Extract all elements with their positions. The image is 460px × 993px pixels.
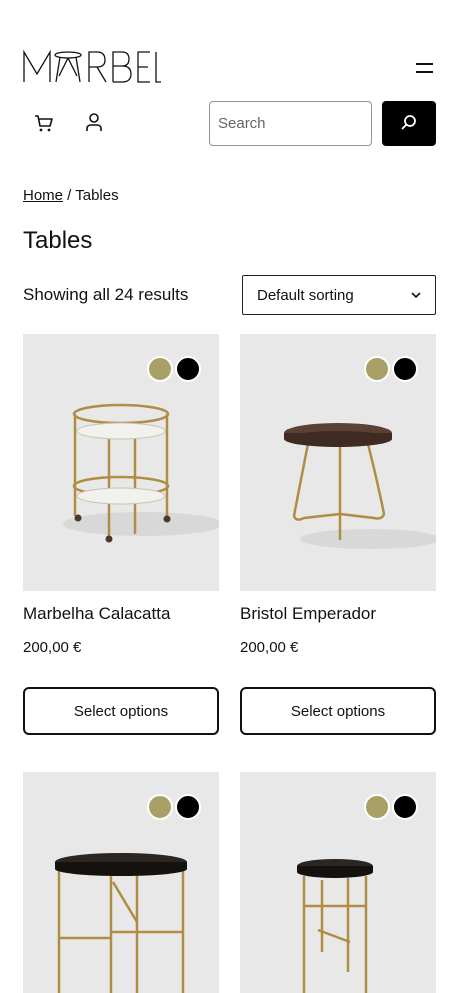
color-swatch-black[interactable]	[392, 794, 418, 820]
brand-logo[interactable]	[23, 50, 161, 84]
breadcrumb-current: Tables	[75, 187, 119, 204]
breadcrumb: Home / Tables	[23, 187, 119, 204]
product-image[interactable]	[240, 772, 436, 993]
product-card: Bristol Emperador 200,00 € Select option…	[240, 334, 436, 735]
page-title: Tables	[23, 227, 93, 254]
search-button[interactable]	[382, 101, 436, 146]
product-card	[23, 772, 219, 993]
product-image[interactable]	[23, 772, 219, 993]
color-swatch-gold[interactable]	[364, 794, 390, 820]
breadcrumb-separator: /	[63, 187, 76, 204]
breadcrumb-home-link[interactable]: Home	[23, 187, 63, 204]
sort-select[interactable]: Default sorting	[242, 275, 436, 315]
color-swatch-gold[interactable]	[147, 356, 173, 382]
color-swatch-gold[interactable]	[364, 356, 390, 382]
color-swatch-black[interactable]	[175, 356, 201, 382]
product-image[interactable]	[23, 334, 219, 591]
search-icon	[401, 115, 416, 130]
color-swatch-black[interactable]	[175, 794, 201, 820]
product-name[interactable]: Bristol Emperador	[240, 604, 376, 624]
menu-bar-icon	[416, 63, 433, 65]
search-input[interactable]	[209, 101, 372, 146]
color-swatch-black[interactable]	[392, 356, 418, 382]
account-button[interactable]	[81, 110, 107, 136]
product-card	[240, 772, 436, 993]
select-options-button[interactable]: Select options	[240, 687, 436, 735]
user-icon	[86, 113, 102, 131]
product-price: 200,00 €	[240, 639, 299, 656]
sort-selected-value: Default sorting	[257, 286, 354, 304]
product-price: 200,00 €	[23, 639, 82, 656]
result-count: Showing all 24 results	[23, 285, 189, 304]
marbel-logo-mark	[23, 50, 161, 83]
cart-button[interactable]	[31, 110, 57, 136]
menu-bar-icon	[416, 71, 433, 73]
cart-icon	[35, 115, 53, 132]
color-swatch-gold[interactable]	[147, 794, 173, 820]
select-options-button[interactable]: Select options	[23, 687, 219, 735]
chevron-down-icon	[411, 292, 421, 299]
product-image[interactable]	[240, 334, 436, 591]
menu-toggle-button[interactable]	[414, 61, 436, 77]
product-card: Marbelha Calacatta 200,00 € Select optio…	[23, 334, 219, 735]
product-name[interactable]: Marbelha Calacatta	[23, 604, 170, 624]
